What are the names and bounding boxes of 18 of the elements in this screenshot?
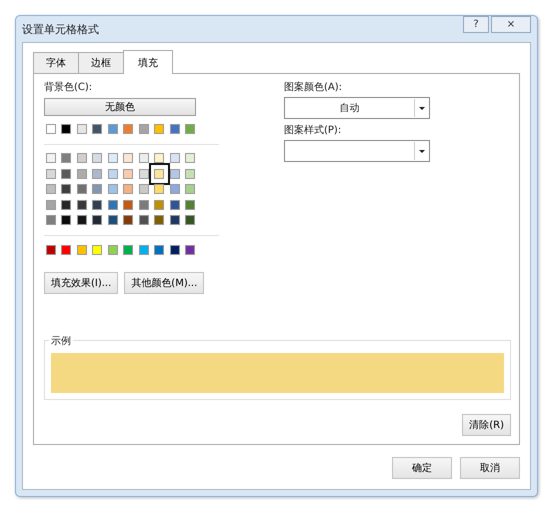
- background-color-label: 背景色(C):: [44, 80, 94, 94]
- sample-label: 示例: [49, 334, 73, 348]
- pattern-style-label: 图案样式(P):: [284, 124, 342, 137]
- dialog-button[interactable]: 其他颜色(M)...: [124, 272, 204, 294]
- dialog-button[interactable]: 确定: [392, 457, 452, 479]
- tab[interactable]: 边框: [78, 52, 124, 73]
- pattern-style-dropdown[interactable]: [284, 140, 430, 162]
- pattern-color-dropdown[interactable]: 自动: [284, 97, 430, 119]
- clear-button[interactable]: 清除(R): [462, 414, 511, 436]
- dialog-button[interactable]: 填充效果(I)...: [44, 272, 118, 294]
- help-button[interactable]: ?: [463, 16, 489, 33]
- window-title: 设置单元格格式: [22, 22, 99, 36]
- pattern-color-label: 图案颜色(A):: [284, 80, 344, 94]
- dialog-button[interactable]: 取消: [460, 457, 520, 479]
- close-button[interactable]: ×: [491, 16, 531, 33]
- no-color-button[interactable]: 无颜色: [44, 98, 196, 116]
- tab[interactable]: 字体: [33, 52, 79, 73]
- tab[interactable]: 填充: [123, 50, 173, 74]
